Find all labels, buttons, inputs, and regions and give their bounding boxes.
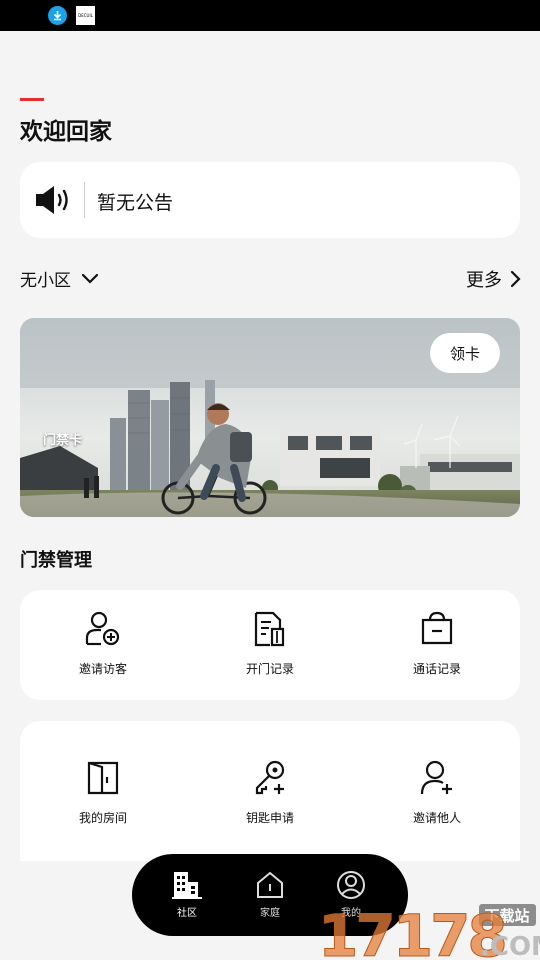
chevron-down-icon [81,273,99,284]
banner-label: 门禁卡 [43,433,83,448]
app-notification-icon: DECUIL [76,6,95,25]
home-services-card: 我的房间 钥匙申请 邀请他人 [20,721,520,861]
get-card-button[interactable]: 领卡 [430,333,500,373]
tab-community[interactable]: 社区 [152,870,222,919]
more-label: 更多 [466,270,502,291]
door-record-icon [254,611,285,647]
door-record-label: 开门记录 [245,662,294,676]
notice-card[interactable]: 暂无公告 [20,162,520,238]
invite-person-icon [420,760,452,795]
building-icon [172,872,202,899]
speaker-icon [36,186,68,214]
page-title: 欢迎回家 [20,119,112,145]
home-icon [257,871,283,898]
more-link[interactable]: 更多 [466,266,522,292]
tab-community-label: 社区 [177,908,197,919]
notice-divider [84,182,85,218]
call-record-label: 通话记录 [412,662,461,676]
access-management-card: 邀请访客 开门记录 通话记录 [20,590,520,700]
my-room-label: 我的房间 [78,811,127,825]
access-card-banner[interactable]: 门禁卡 领卡 [20,318,520,517]
notice-text: 暂无公告 [97,192,174,214]
call-record-button[interactable]: 通话记录 [354,610,520,677]
title-accent-line [20,98,44,101]
svg-text:.COM: .COM [480,932,540,960]
invite-visitor-button[interactable]: 邀请访客 [20,610,186,677]
door-record-button[interactable]: 开门记录 [187,610,353,677]
download-icon [48,6,67,25]
invite-visitor-icon [85,611,120,646]
key-apply-button[interactable]: 钥匙申请 [187,759,353,826]
community-selector[interactable]: 无小区 [20,266,99,291]
community-name: 无小区 [20,271,71,291]
room-door-icon [87,761,119,795]
my-room-button[interactable]: 我的房间 [20,759,186,826]
invite-visitor-label: 邀请访客 [78,662,127,676]
tab-home-label: 家庭 [260,908,280,919]
tab-home[interactable]: 家庭 [235,870,305,919]
invite-person-label: 邀请他人 [412,811,461,825]
site-watermark-logo: 下载站 17178 .COM [318,902,540,960]
call-record-icon [421,611,453,645]
profile-icon [337,871,365,899]
access-section-title: 门禁管理 [20,550,92,571]
key-apply-icon [255,760,285,795]
svg-text:17178: 17178 [318,902,505,960]
key-apply-label: 钥匙申请 [245,811,294,825]
invite-person-button[interactable]: 邀请他人 [354,759,520,826]
chevron-right-icon [510,270,521,288]
status-bar: DECUIL [0,0,540,31]
